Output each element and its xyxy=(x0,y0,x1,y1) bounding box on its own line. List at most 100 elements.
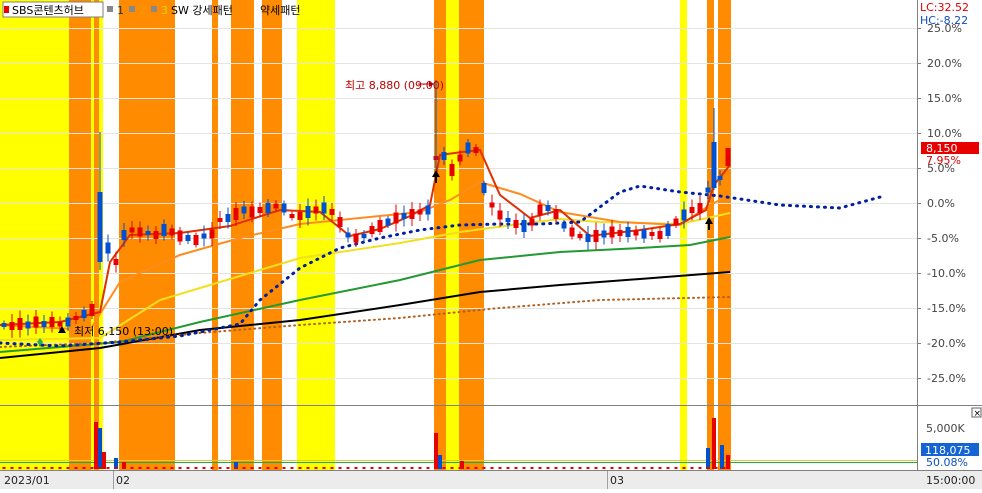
candle-body-16 xyxy=(129,227,135,233)
volume-bar-small xyxy=(378,467,382,469)
candle-body-21 xyxy=(169,228,175,236)
volume-bar-small xyxy=(514,467,518,469)
volume-bar-small xyxy=(578,467,582,469)
candle-body-29 xyxy=(233,208,239,220)
candle-body-69 xyxy=(553,209,559,219)
volume-bar-small xyxy=(170,467,174,469)
volume-bar-small xyxy=(18,467,22,469)
volume-bar-small xyxy=(634,467,638,469)
volume-bar-small xyxy=(114,467,118,469)
candle-body-23 xyxy=(185,235,191,241)
candle-body-0 xyxy=(1,323,7,327)
pattern-band-0 xyxy=(0,0,69,470)
volume-bar-small xyxy=(602,467,606,469)
candle-body-77 xyxy=(617,230,623,236)
volume-bar-small xyxy=(306,467,310,469)
candle-body-49 xyxy=(393,212,399,224)
candle-body-6 xyxy=(49,317,55,327)
volume-bar-small xyxy=(530,467,534,469)
volume-bar-small xyxy=(58,467,62,469)
candle-body-87 xyxy=(697,203,703,213)
candle-body-42 xyxy=(337,217,343,227)
x-label-mar: 03 xyxy=(610,474,624,487)
candle-body-24 xyxy=(193,235,199,245)
candle-body-53 xyxy=(425,205,431,215)
chart-canvas[interactable]: 25.0%20.0%15.0%10.0%5.0%0.0%-5.0%-10.0%-… xyxy=(0,0,982,489)
volume-bar-small xyxy=(410,467,414,469)
low-annotation: 최저 6,150 (13:00) xyxy=(74,325,173,338)
x-label-time: 15:00:00 xyxy=(926,474,975,487)
volume-bar-9 xyxy=(706,448,710,469)
candle-body-45 xyxy=(361,234,367,238)
candle-body-33 xyxy=(265,203,271,213)
candle-body-9 xyxy=(73,316,79,320)
y-tick-label: 20.0% xyxy=(927,57,962,70)
y-tick-label: 0.0% xyxy=(927,197,955,210)
candle-body-65 xyxy=(521,220,527,232)
candle-body-70 xyxy=(561,223,567,229)
volume-bar-small xyxy=(570,467,574,469)
volume-bar-small xyxy=(706,467,710,469)
volume-bar-small xyxy=(458,467,462,469)
pattern-band-14 xyxy=(707,0,714,470)
volume-bar-small xyxy=(698,467,702,469)
candle-last-body xyxy=(725,148,731,166)
candle-body-25 xyxy=(201,233,207,239)
volume-bar-small xyxy=(450,467,454,469)
legend-swatch-3 xyxy=(151,6,157,12)
candle-body-18 xyxy=(145,231,151,235)
candle-body-34 xyxy=(273,203,279,209)
volume-bar-1 xyxy=(98,428,102,469)
candle-spike-mar-body xyxy=(711,142,717,188)
candle-body-75 xyxy=(601,230,607,238)
volume-bar-small xyxy=(210,467,214,469)
volume-bar-small xyxy=(642,467,646,469)
candle-body-5 xyxy=(41,321,47,327)
legend-swatch-2 xyxy=(129,6,135,12)
candle-body-41 xyxy=(329,209,335,215)
candle-body-28 xyxy=(225,214,231,222)
candle-body-58 xyxy=(465,142,471,154)
candle-body-17 xyxy=(137,227,143,237)
weak-pattern-label: 약세패턴 xyxy=(260,3,300,17)
volume-bar-small xyxy=(226,467,230,469)
volume-bar-small xyxy=(354,467,358,469)
candle-body-43 xyxy=(345,232,351,238)
volume-bar-small xyxy=(418,467,422,469)
candle-body-3 xyxy=(25,321,31,329)
volume-bar-small xyxy=(538,467,542,469)
candle-body-51 xyxy=(409,209,415,219)
candle-body-46 xyxy=(369,226,375,234)
candle-body-61 xyxy=(489,202,495,208)
volume-bar-small xyxy=(554,467,558,469)
candle-body-84 xyxy=(673,218,679,226)
candle-body-64 xyxy=(513,220,519,228)
volume-bar-small xyxy=(586,467,590,469)
volume-bar-small xyxy=(258,467,262,469)
candle-body-14 xyxy=(113,259,119,265)
volume-bar-small xyxy=(370,467,374,469)
volume-bar-small xyxy=(26,467,30,469)
volume-bar-small xyxy=(122,467,126,469)
up-arrow-1-stem xyxy=(435,177,437,183)
volume-bar-small xyxy=(506,467,510,469)
volume-bar-small xyxy=(610,467,614,469)
volume-bar-small xyxy=(330,467,334,469)
pattern-band-2 xyxy=(91,0,94,470)
y-tick-label: -15.0% xyxy=(927,302,966,315)
candle-body-4 xyxy=(33,316,39,328)
volume-bar-small xyxy=(322,467,326,469)
volume-bar-small xyxy=(498,467,502,469)
candle-body-60 xyxy=(481,183,487,193)
candle-body-10 xyxy=(81,310,87,318)
volume-pct: 50.08% xyxy=(926,456,968,469)
candle-spike-feb-body xyxy=(97,192,103,262)
candle-body-52 xyxy=(417,209,423,215)
legend-num-2: 2 xyxy=(139,4,146,17)
volume-bar-small xyxy=(74,467,78,469)
close-icon: × xyxy=(974,409,982,419)
candle-body-50 xyxy=(401,213,407,219)
candle-body-11 xyxy=(89,304,95,316)
pattern-band-15 xyxy=(718,0,731,470)
volume-bar-small xyxy=(130,467,134,469)
